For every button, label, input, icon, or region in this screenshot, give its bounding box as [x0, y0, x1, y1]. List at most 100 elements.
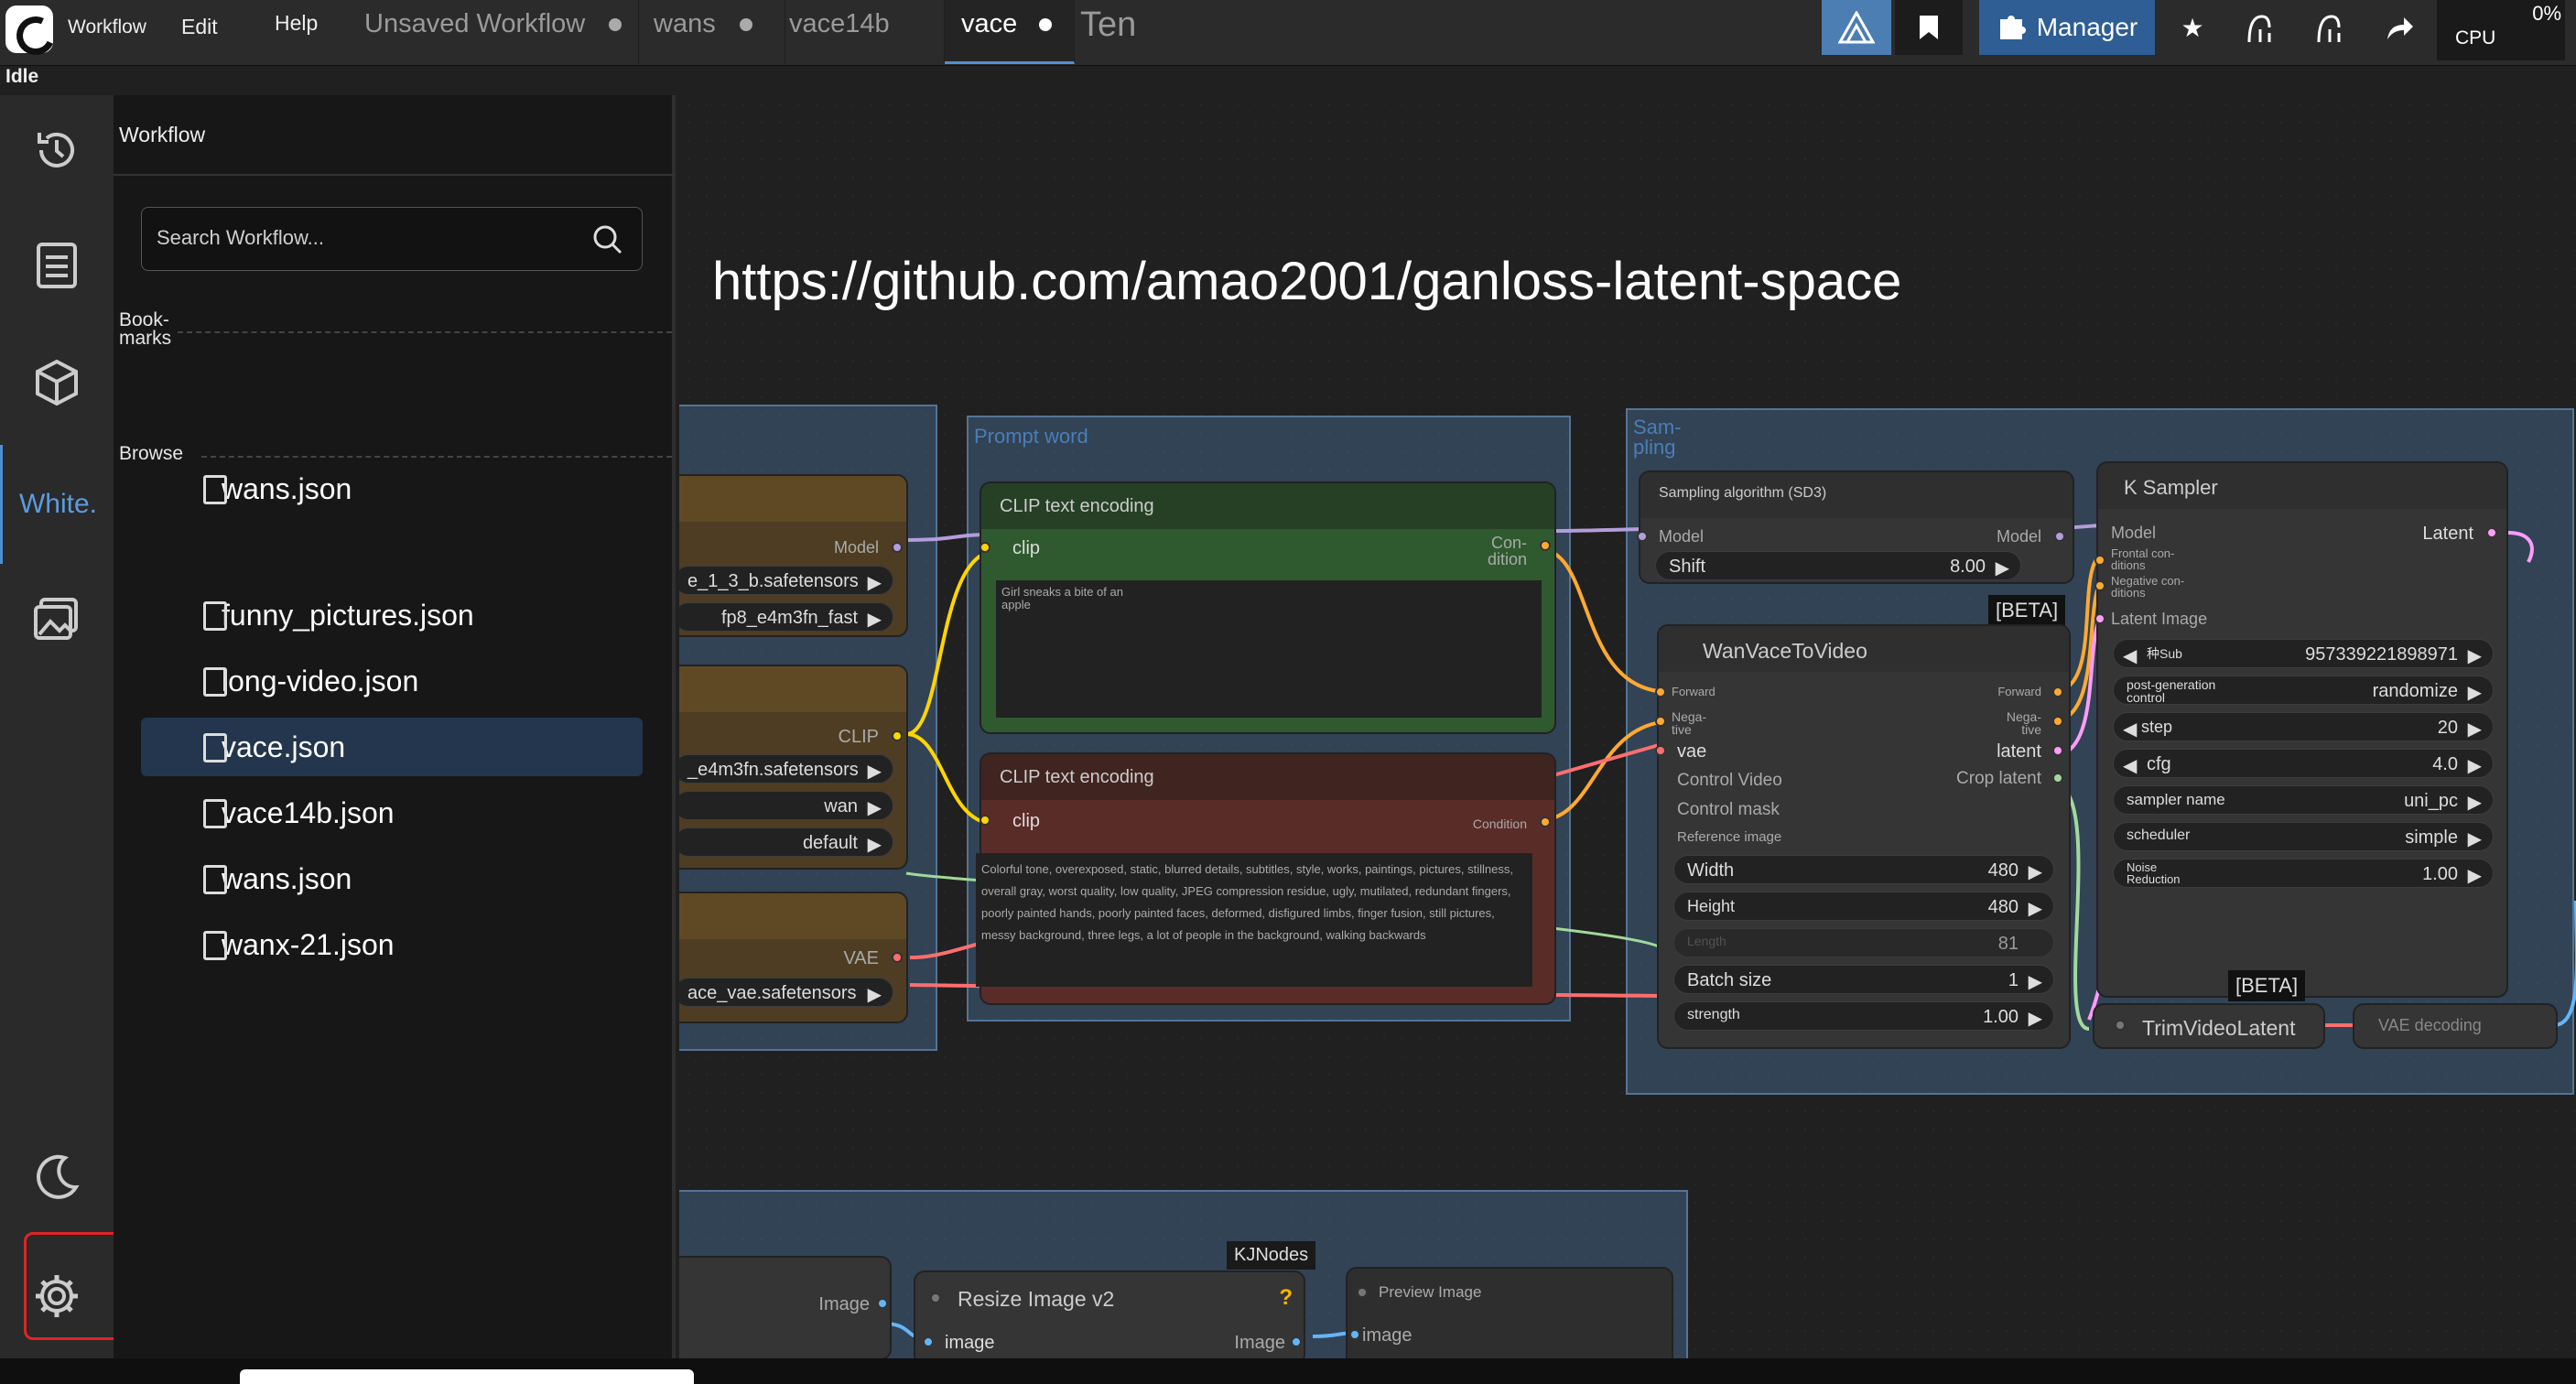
- clip-loader-node[interactable]: CLIP _e4m3fn.safetensors ▶ wan ▶ default ▶: [679, 666, 906, 868]
- workflow-item-funny-pictures[interactable]: funny_pictures.json: [141, 586, 643, 644]
- search-input[interactable]: Search Workflow...: [141, 207, 643, 271]
- output-port[interactable]: [892, 730, 903, 741]
- comfy-logo-icon[interactable]: [5, 5, 53, 53]
- strength-widget[interactable]: strength 1.00 ▶: [1673, 1001, 2054, 1031]
- clip-type-widget[interactable]: wan ▶: [679, 791, 893, 820]
- tab-vace14b[interactable]: vace14b: [785, 0, 945, 64]
- workflow-item-long-video[interactable]: long-video.json: [141, 652, 643, 710]
- shift-widget[interactable]: Shift 8.00 ▶: [1655, 551, 2021, 580]
- vae-decode-node[interactable]: VAE decoding: [2354, 1005, 2556, 1047]
- scrollbar-thumb[interactable]: [240, 1369, 694, 1384]
- scheduler-widget[interactable]: scheduler simple ▶: [2113, 822, 2494, 851]
- workflows-button[interactable]: White.: [0, 445, 114, 564]
- clip-device-widget[interactable]: default ▶: [679, 827, 893, 857]
- denoise-widget[interactable]: Noise Reduction 1.00 ▶: [2113, 859, 2494, 888]
- weight-dtype-widget[interactable]: fp8_e4m3fn_fast ▶: [679, 602, 893, 632]
- node-a-button[interactable]: [2237, 0, 2283, 55]
- model-sampling-sd3-node[interactable]: Sampling algorithm (SD3) Model Model Shi…: [1637, 472, 2073, 582]
- history-button[interactable]: [0, 95, 114, 205]
- widget-value: 4.0: [2432, 754, 2458, 774]
- output-port[interactable]: [877, 1298, 888, 1309]
- output-port[interactable]: [2054, 531, 2065, 542]
- vae-file-widget[interactable]: ace_vae.safetensors ▶: [679, 978, 893, 1007]
- seed-widget[interactable]: ◀ 种Sub 957339221898971 ▶: [2113, 639, 2494, 668]
- queue-button[interactable]: [0, 211, 114, 320]
- input-port[interactable]: [1655, 745, 1666, 756]
- search-icon[interactable]: [592, 224, 623, 255]
- output-port[interactable]: [892, 542, 903, 553]
- model-library-button[interactable]: [0, 328, 114, 438]
- preview-image-node[interactable]: Preview Image image: [1348, 1269, 1672, 1358]
- clip-file-widget[interactable]: _e4m3fn.safetensors ▶: [679, 754, 893, 784]
- workflow-item-vace[interactable]: vace.json: [141, 718, 643, 776]
- output-slot-label: Image: [1234, 1333, 1285, 1353]
- manager-button[interactable]: Manager: [1979, 0, 2155, 55]
- output-port[interactable]: [1291, 1336, 1302, 1347]
- input-port[interactable]: [1655, 687, 1666, 697]
- input-port[interactable]: [1655, 716, 1666, 727]
- input-slot-label: image: [945, 1333, 995, 1353]
- bookmark-item[interactable]: wans.json: [141, 460, 643, 518]
- arrow-right-icon: ▶: [867, 798, 882, 818]
- prompt-textarea[interactable]: Girl sneaks a bite of an apple: [996, 580, 1542, 718]
- bookmark-button[interactable]: [1895, 0, 1963, 55]
- output-port[interactable]: [2052, 716, 2063, 727]
- negative-prompt-textarea[interactable]: Colorful tone, overexposed, static, blur…: [976, 853, 1532, 987]
- share-button[interactable]: [2376, 0, 2422, 55]
- clip-text-encode-negative-node[interactable]: CLIP text encoding clip Condition Colorf…: [976, 754, 1554, 1003]
- help-icon[interactable]: ?: [1279, 1285, 1293, 1311]
- cpu-label: CPU: [2455, 27, 2496, 49]
- input-port[interactable]: [1637, 531, 1648, 542]
- menu-help[interactable]: Help: [275, 11, 318, 36]
- tab-wans[interactable]: wans: [639, 0, 785, 64]
- theme-toggle-button[interactable]: [0, 1122, 114, 1232]
- triangle-logo-button[interactable]: [1822, 0, 1891, 55]
- resize-image-node[interactable]: Resize Image v2 ? image Image: [915, 1272, 1304, 1358]
- tab-vace[interactable]: vace: [945, 0, 1075, 64]
- star-button[interactable]: ★: [2170, 0, 2215, 55]
- input-port[interactable]: [1349, 1329, 1360, 1340]
- menu-workflow[interactable]: Workflow: [68, 16, 146, 38]
- input-port[interactable]: [2094, 555, 2105, 566]
- output-port[interactable]: [2052, 745, 2063, 756]
- k-sampler-node[interactable]: K Sampler Model Frontal con- ditions Neg…: [2094, 463, 2506, 996]
- output-port[interactable]: [2486, 527, 2497, 538]
- input-port[interactable]: [2094, 613, 2105, 624]
- trim-video-latent-node[interactable]: TrimVideoLatent: [2094, 1005, 2323, 1047]
- output-port[interactable]: [1540, 540, 1551, 551]
- output-port[interactable]: [892, 952, 903, 963]
- widget-label: Width: [1687, 860, 1735, 881]
- workflow-item-vace14b[interactable]: vace14b.json: [141, 784, 643, 842]
- node-signal-icon: [2247, 15, 2271, 43]
- clip-text-encode-positive-node[interactable]: CLIP text encoding clip Con- dition Girl…: [980, 483, 1554, 732]
- vae-loader-node[interactable]: VAE ace_vae.safetensors ▶: [679, 893, 906, 1022]
- model-file-widget[interactable]: e_1_3_b.safetensors ▶: [679, 566, 893, 595]
- input-port[interactable]: [980, 815, 990, 826]
- tab-ten[interactable]: Ten: [1077, 0, 1150, 64]
- sampler-name-widget[interactable]: sampler name uni_pc ▶: [2113, 785, 2494, 815]
- cfg-widget[interactable]: ◀ cfg 4.0 ▶: [2113, 749, 2494, 778]
- input-port[interactable]: [980, 542, 990, 553]
- wan-vace-to-video-node[interactable]: WanVaceToVideo Forward Nega- tive vae Fo…: [1655, 626, 2069, 1047]
- input-port[interactable]: [2094, 580, 2105, 591]
- workflow-item-wans[interactable]: wans.json: [141, 849, 643, 908]
- node-header: Sampling algorithm (SD3): [1640, 472, 2073, 518]
- output-port[interactable]: [1540, 816, 1551, 827]
- batch-size-widget[interactable]: Batch size 1 ▶: [1673, 965, 2054, 994]
- node-b-button[interactable]: [2307, 0, 2353, 55]
- output-port[interactable]: [2052, 687, 2063, 697]
- output-port[interactable]: [2052, 773, 2063, 784]
- width-widget[interactable]: Width 480 ▶: [1673, 855, 2054, 884]
- control-after-generate-widget[interactable]: post-generation control randomize ▶: [2113, 676, 2494, 705]
- model-loader-node[interactable]: Model e_1_3_b.safetensors ▶ fp8_e4m3fn_fa…: [679, 476, 906, 635]
- steps-widget[interactable]: ◀ step 20 ▶: [2113, 712, 2494, 741]
- gallery-button[interactable]: [0, 564, 114, 674]
- input-port[interactable]: [923, 1336, 934, 1347]
- menu-edit[interactable]: Edit: [181, 15, 218, 39]
- image-source-node[interactable]: Image: [679, 1258, 890, 1358]
- workflow-item-wanx-21[interactable]: wanx-21.json: [141, 915, 643, 974]
- node-canvas[interactable]: https://github.com/amao2001/ganloss-late…: [679, 95, 2576, 1358]
- tab-unsaved-workflow[interactable]: Unsaved Workflow: [350, 0, 639, 64]
- height-widget[interactable]: Height 480 ▶: [1673, 892, 2054, 921]
- node-header: WanVaceToVideo: [1659, 626, 2069, 672]
